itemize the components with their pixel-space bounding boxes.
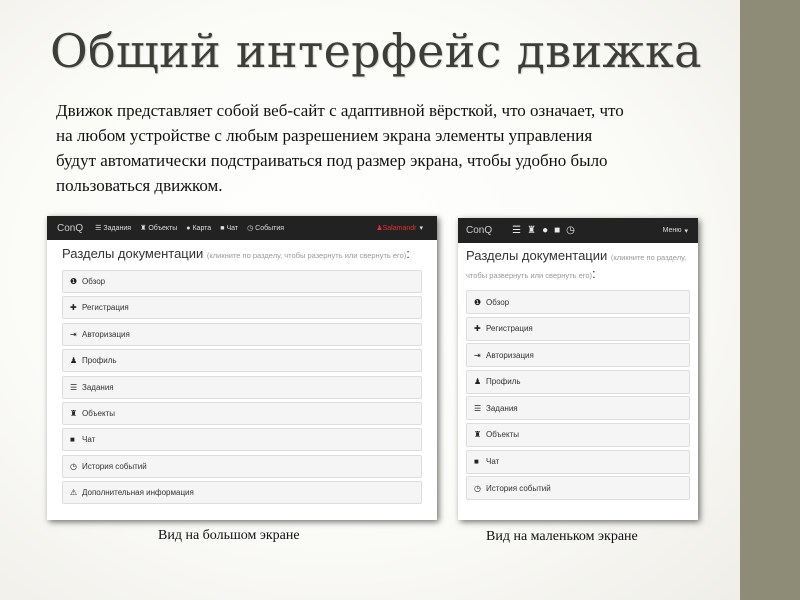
section-overview[interactable]: ❶ Обзор bbox=[466, 290, 690, 314]
section-authorization[interactable]: ⇥ Авторизация bbox=[62, 322, 422, 346]
clock-icon: ◷ bbox=[70, 461, 77, 471]
user-menu[interactable]: ♟ Salamandr ▾ bbox=[376, 224, 423, 233]
nav-link-chat[interactable]: ■ Чат bbox=[220, 225, 238, 232]
plus-icon: ✚ bbox=[70, 303, 77, 313]
section-additional-info[interactable]: ⚠ Дополнительная информация bbox=[62, 481, 422, 505]
nav-link-label: Чат bbox=[226, 224, 239, 232]
chess-rook-icon: ♜ bbox=[474, 430, 482, 440]
section-label: История событий bbox=[486, 483, 551, 493]
section-label: Обзор bbox=[486, 297, 510, 307]
section-label: Задания bbox=[82, 382, 114, 392]
section-label: Объекты bbox=[82, 408, 115, 418]
section-label: Чат bbox=[82, 435, 96, 445]
tasks-icon: ☰ bbox=[95, 225, 102, 232]
section-objects[interactable]: ♜ Объекты bbox=[62, 401, 422, 425]
nav-link-map[interactable]: ● Карта bbox=[186, 225, 211, 232]
section-tasks[interactable]: ☰ Задания bbox=[62, 375, 422, 399]
nav-link-label: Задания bbox=[103, 224, 132, 232]
docs-heading-hint: (кликните по разделу, чтобы разернуть ил… bbox=[206, 251, 407, 260]
comment-icon: ■ bbox=[474, 457, 479, 467]
warning-icon: ⚠ bbox=[70, 488, 78, 498]
section-label: Авторизация bbox=[82, 329, 130, 339]
navbar: ConQ ☰ Задания ♜ Объекты ● Карта ■ Чат ◷ Собы… bbox=[47, 216, 437, 240]
user-icon: ♟ bbox=[70, 356, 78, 366]
clock-icon: ◷ bbox=[474, 483, 481, 493]
comment-icon: ■ bbox=[70, 435, 75, 445]
slide-title: Общий интерфейс движка bbox=[50, 24, 702, 78]
globe-icon: ● bbox=[186, 224, 191, 232]
brand-logo[interactable]: ConQ bbox=[466, 225, 492, 236]
globe-icon[interactable]: ● bbox=[542, 225, 548, 236]
section-label: Обзор bbox=[82, 277, 106, 286]
slide-accent-bar bbox=[740, 0, 800, 600]
menu-toggle[interactable]: Меню ▾ bbox=[663, 227, 688, 235]
nav-link-label: Карта bbox=[192, 224, 212, 232]
section-event-history[interactable]: ◷ История событий bbox=[62, 454, 422, 478]
docs-heading-title: Разделы документации bbox=[466, 248, 608, 263]
nav-link-objects[interactable]: ♜ Объекты bbox=[140, 224, 178, 233]
section-tasks[interactable]: ☰ Задания bbox=[466, 396, 690, 421]
docs-heading-colon: : bbox=[592, 266, 596, 281]
section-registration[interactable]: ✚ Регистрация bbox=[466, 316, 690, 341]
brand-logo[interactable]: ConQ bbox=[57, 223, 83, 234]
tasks-icon: ☰ bbox=[474, 403, 482, 413]
chess-rook-icon[interactable]: ♜ bbox=[527, 225, 536, 236]
section-profile[interactable]: ♟ Профиль bbox=[466, 369, 690, 394]
login-icon: ⇥ bbox=[70, 329, 77, 339]
section-overview[interactable]: ❶ Обзор bbox=[62, 270, 422, 293]
section-label: Регистрация bbox=[82, 303, 129, 313]
section-label: Чат bbox=[486, 457, 500, 467]
info-icon: ❶ bbox=[474, 297, 482, 307]
chevron-down-icon: ▾ bbox=[684, 227, 688, 235]
section-label: Профиль bbox=[486, 377, 521, 387]
user-icon: ♟ bbox=[474, 377, 482, 387]
nav-link-tasks[interactable]: ☰ Задания bbox=[95, 224, 132, 233]
chevron-down-icon: ▾ bbox=[419, 225, 423, 232]
small-screen-view: ConQ ☰ ♜ ● ■ ◷ Меню ▾ Разделы документаци… bbox=[458, 218, 698, 520]
large-screen-view: ConQ ☰ Задания ♜ Объекты ● Карта ■ Чат ◷ Собы… bbox=[47, 216, 437, 520]
tasks-icon[interactable]: ☰ bbox=[512, 225, 521, 236]
section-objects[interactable]: ♜ Объекты bbox=[466, 422, 690, 447]
section-registration[interactable]: ✚ Регистрация bbox=[62, 296, 422, 320]
menu-label: Меню bbox=[662, 227, 682, 234]
caption-large-screen: Вид на большом экране bbox=[158, 528, 300, 543]
slide-body-text: Движок представляет собой веб-сайт с ада… bbox=[56, 101, 624, 195]
section-event-history[interactable]: ◷ История событий bbox=[466, 476, 690, 501]
nav-link-events[interactable]: ◷ События bbox=[247, 224, 285, 233]
plus-icon: ✚ bbox=[474, 324, 481, 334]
chess-rook-icon: ♜ bbox=[140, 225, 147, 232]
section-label: Авторизация bbox=[486, 350, 534, 360]
section-label: Профиль bbox=[82, 356, 117, 366]
section-label: Задания bbox=[486, 403, 518, 413]
clock-icon: ◷ bbox=[247, 225, 254, 232]
section-profile[interactable]: ♟ Профиль bbox=[62, 349, 422, 373]
info-icon: ❶ bbox=[70, 277, 78, 286]
tasks-icon: ☰ bbox=[70, 382, 78, 392]
chess-rook-icon: ♜ bbox=[70, 408, 78, 418]
navbar: ConQ ☰ ♜ ● ■ ◷ Меню ▾ bbox=[458, 218, 698, 243]
comment-icon[interactable]: ■ bbox=[554, 225, 560, 236]
caption-small-screen: Вид на маленьком экране bbox=[486, 529, 638, 544]
docs-content: Разделы документации (кликните по раздел… bbox=[47, 240, 437, 505]
nav-link-label: События bbox=[255, 224, 285, 232]
docs-heading: Разделы документации (кликните по раздел… bbox=[62, 246, 422, 264]
docs-heading-colon: : bbox=[406, 246, 410, 261]
user-name: Salamandr bbox=[382, 224, 417, 232]
section-label: Регистрация bbox=[486, 324, 533, 334]
docs-content: Разделы документации (кликните по раздел… bbox=[458, 243, 698, 501]
docs-heading: Разделы документации (кликните по раздел… bbox=[466, 248, 690, 284]
section-chat[interactable]: ■ Чат bbox=[62, 428, 422, 452]
section-label: Объекты bbox=[486, 430, 519, 440]
docs-heading-title: Разделы документации bbox=[62, 246, 204, 261]
comment-icon: ■ bbox=[220, 224, 225, 232]
login-icon: ⇥ bbox=[474, 350, 481, 360]
nav-link-label: Объекты bbox=[148, 224, 178, 232]
section-chat[interactable]: ■ Чат bbox=[466, 449, 690, 474]
section-label: История событий bbox=[82, 461, 147, 471]
clock-icon[interactable]: ◷ bbox=[566, 225, 575, 236]
section-authorization[interactable]: ⇥ Авторизация bbox=[466, 343, 690, 368]
section-label: Дополнительная информация bbox=[82, 488, 194, 498]
